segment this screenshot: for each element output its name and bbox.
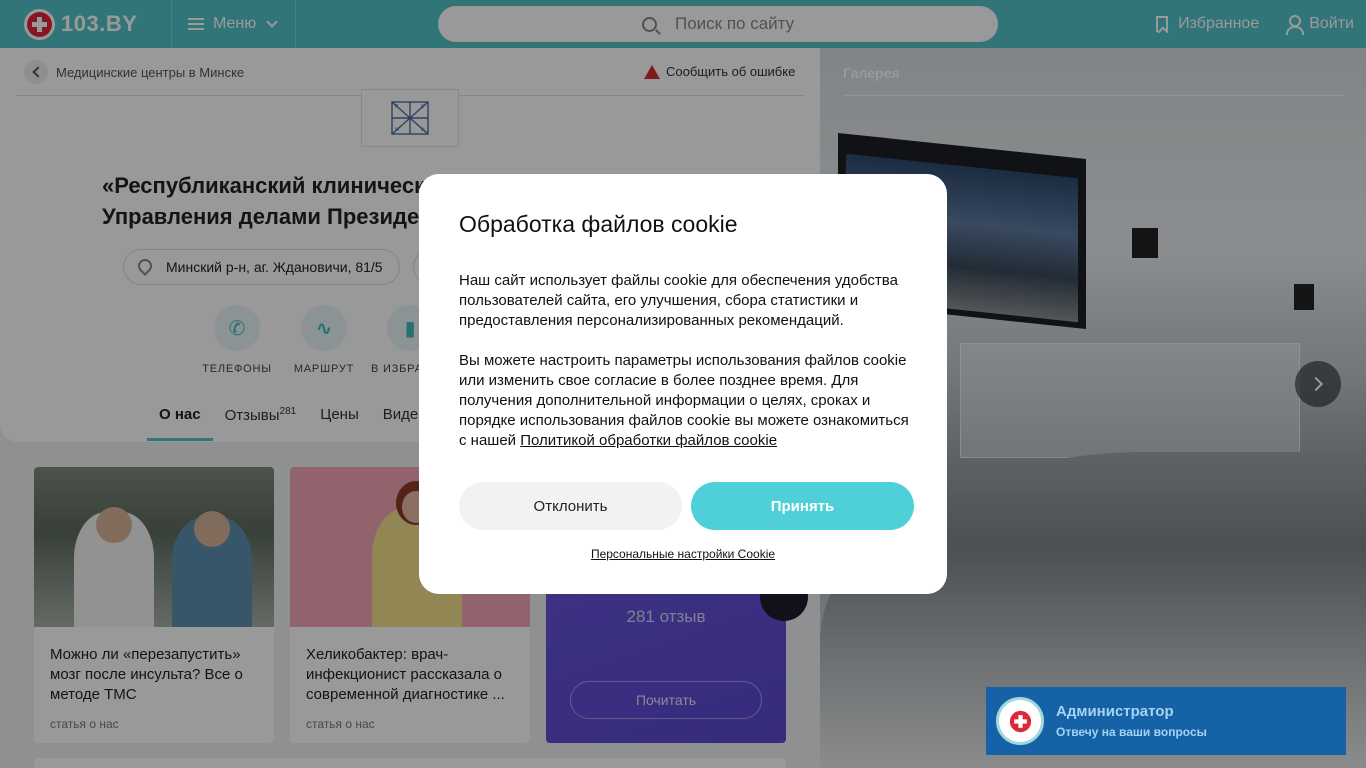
admin-subtitle: Отвечу на ваши вопросы bbox=[1056, 725, 1207, 739]
admin-chat-widget[interactable]: Администратор Отвечу на ваши вопросы bbox=[986, 687, 1346, 755]
cookie-modal: Обработка файлов cookie Наш сайт использ… bbox=[419, 174, 947, 594]
modal-paragraph: Наш сайт использует файлы cookie для обе… bbox=[459, 272, 898, 329]
logo-cross-icon bbox=[1009, 710, 1031, 732]
accept-button[interactable]: Принять bbox=[691, 482, 914, 530]
personal-cookie-settings-link[interactable]: Персональные настройки Cookie bbox=[419, 547, 947, 561]
cookie-policy-link[interactable]: Политикой обработки файлов cookie bbox=[520, 432, 777, 449]
admin-name: Администратор bbox=[1056, 703, 1174, 720]
modal-title: Обработка файлов cookie bbox=[459, 211, 738, 237]
avatar bbox=[996, 697, 1044, 745]
decline-button[interactable]: Отклонить bbox=[459, 482, 682, 530]
modal-paragraph: Вы можете настроить параметры использова… bbox=[459, 351, 919, 451]
